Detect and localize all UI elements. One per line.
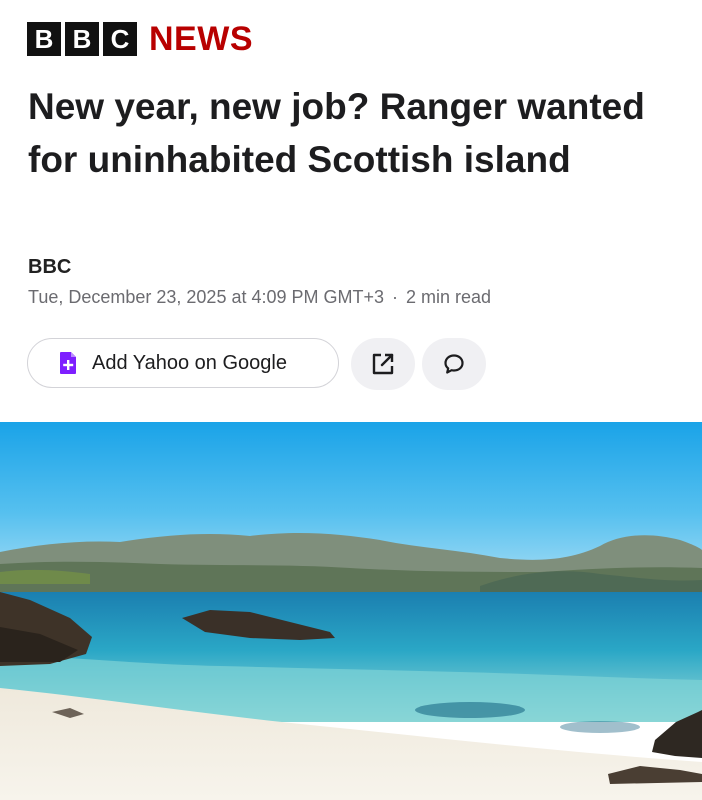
hero-image	[0, 422, 702, 800]
share-button[interactable]	[351, 338, 415, 390]
comment-bubble-icon	[444, 354, 464, 374]
comments-button[interactable]	[422, 338, 486, 390]
bbc-logo-letter-b1: B	[27, 22, 61, 56]
article-headline: New year, new job? Ranger wanted for uni…	[28, 86, 645, 180]
article-date: Tue, December 23, 2025 at 4:09 PM GMT+3	[28, 287, 385, 307]
add-yahoo-label: Add Yahoo on Google	[92, 351, 287, 374]
bbc-news-logo: B B C NEWS	[27, 19, 253, 59]
article-source[interactable]: BBC	[28, 256, 71, 279]
news-wordmark: NEWS	[149, 20, 253, 58]
bbc-logo-letter-b2: B	[65, 22, 99, 56]
bbc-logo-letter-c: C	[103, 22, 137, 56]
article-meta: Tue, December 23, 2025 at 4:09 PM GMT+3 ·…	[28, 287, 491, 308]
google-doc-plus-icon	[60, 352, 76, 374]
share-external-icon	[372, 353, 394, 375]
read-time: 2 min read	[406, 287, 492, 307]
add-yahoo-on-google-button[interactable]: Add Yahoo on Google	[27, 338, 339, 388]
meta-separator: ·	[392, 287, 399, 307]
